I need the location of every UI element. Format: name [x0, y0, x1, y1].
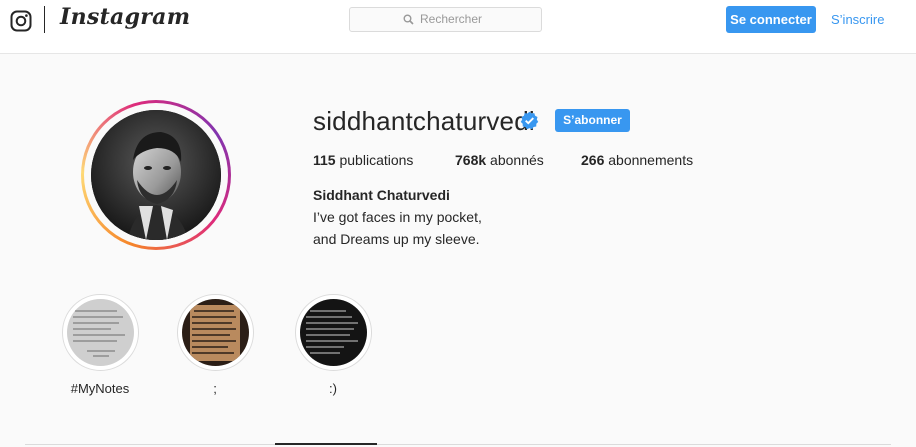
- bio-line: and Dreams up my sleeve.: [313, 231, 480, 247]
- avatar-photo: [91, 110, 221, 240]
- avatar[interactable]: [91, 110, 221, 240]
- highlight-cover: [182, 299, 249, 366]
- login-button[interactable]: Se connecter: [726, 6, 816, 33]
- search-input[interactable]: Rechercher: [349, 7, 542, 32]
- search-icon: [403, 14, 414, 25]
- verified-badge-icon: [520, 111, 539, 130]
- highlight-cover: [300, 299, 367, 366]
- highlight-label[interactable]: :): [273, 381, 393, 396]
- stat-posts-label: publications: [339, 152, 414, 168]
- stat-following-label: abonnements: [608, 152, 694, 168]
- instagram-wordmark[interactable]: Instagram: [60, 4, 190, 30]
- profile-tabs-divider: [25, 444, 891, 445]
- profile-full-name: Siddhant Chaturvedi: [313, 187, 450, 203]
- stat-followers[interactable]: 768k abonnés: [455, 152, 544, 168]
- search-placeholder: Rechercher: [420, 12, 483, 26]
- profile-avatar-ring[interactable]: [81, 100, 231, 250]
- highlight-label[interactable]: ;: [155, 381, 275, 396]
- highlight-cover: [67, 299, 134, 366]
- instagram-camera-icon[interactable]: [10, 10, 32, 32]
- logo-divider: [44, 6, 45, 33]
- highlight-label[interactable]: #MyNotes: [40, 381, 160, 396]
- active-tab-indicator[interactable]: [275, 443, 377, 445]
- highlight-smiley[interactable]: [295, 294, 372, 371]
- top-navigation-bar: Instagram Rechercher Se connecter S’insc…: [0, 0, 916, 54]
- profile-username: siddhantchaturvedi: [313, 106, 535, 136]
- stat-posts[interactable]: 115 publications: [313, 152, 413, 168]
- bio-line: I’ve got faces in my pocket,: [313, 209, 482, 225]
- stat-followers-label: abonnés: [490, 152, 544, 168]
- highlight-semicolon[interactable]: [177, 294, 254, 371]
- stat-following[interactable]: 266 abonnements: [581, 152, 693, 168]
- stat-followers-count: 768k: [455, 152, 487, 168]
- follow-button[interactable]: S’abonner: [555, 109, 630, 132]
- stat-posts-count: 115: [313, 152, 336, 168]
- highlight-mynotes[interactable]: [62, 294, 139, 371]
- stat-following-count: 266: [581, 152, 605, 168]
- signup-link[interactable]: S’inscrire: [831, 6, 884, 33]
